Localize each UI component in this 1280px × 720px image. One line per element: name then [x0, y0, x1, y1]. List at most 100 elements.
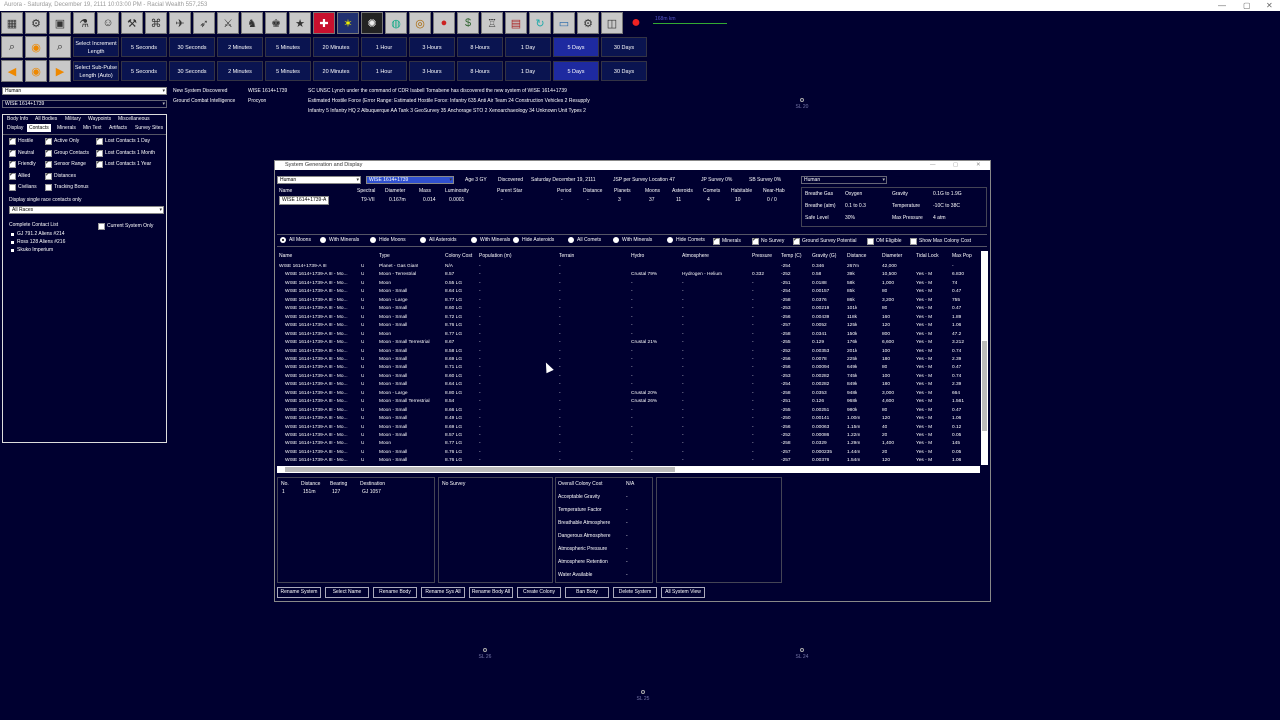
checkbox-lost-contacts-1-year[interactable]: Lost Contacts 1 Year [96, 159, 151, 168]
tab-min-text[interactable]: Min Text [81, 124, 104, 132]
table-row[interactable]: WISE 1614+1739-A III - Mo... U Moon - Smal… [279, 364, 981, 372]
planet-icon[interactable]: ◍ [385, 12, 407, 34]
subpulse-button[interactable]: 1 Day [505, 61, 551, 81]
ring-icon[interactable]: ◎ [409, 12, 431, 34]
tab-display[interactable]: Display [5, 124, 25, 132]
jump-point-cell[interactable]: GJ 1057 [362, 489, 381, 496]
checkbox-neutral[interactable]: Neutral [9, 148, 34, 157]
race-select[interactable]: Human [2, 87, 167, 95]
checkbox-active-only[interactable]: Active Only [45, 136, 79, 145]
rename-body-button[interactable]: Rename Body [373, 587, 417, 598]
column-header[interactable]: Name [279, 253, 292, 259]
table-row[interactable]: WISE 1614+1739-A III - Mo... U Moon - Larg… [279, 390, 981, 398]
star-icon[interactable]: ★ [289, 12, 311, 34]
checkbox-tracking-bonus[interactable]: Tracking Bonus [45, 183, 89, 191]
column-header[interactable]: Pressure [752, 253, 772, 259]
increment-button[interactable]: 1 Day [505, 37, 551, 57]
save-icon[interactable]: ▭ [553, 12, 575, 34]
jump-point-cell[interactable]: 127 [332, 489, 340, 496]
table-row[interactable]: WISE 1614+1739-A III - Mo... U Moon 8.77 LG… [279, 440, 981, 448]
table-row[interactable]: WISE 1614+1739-A III - Mo... U Moon - Larg… [279, 297, 981, 305]
table-row[interactable]: WISE 1614+1739-A III - Mo... U Moon - Smal… [279, 432, 981, 440]
tab-military[interactable]: Military [63, 115, 83, 123]
filter-radio[interactable]: All Comets [568, 237, 601, 244]
contact-list-item[interactable]: GJ 791.2 Aliens #214 [11, 231, 65, 238]
galaxy-icon[interactable]: ✶ [337, 12, 359, 34]
robot-icon[interactable]: ♖ [481, 12, 503, 34]
map-icon[interactable]: ⌘ [145, 12, 167, 34]
checkbox-lost-contacts-1-month[interactable]: Lost Contacts 1 Month [96, 148, 155, 157]
back-icon[interactable]: ◀ [1, 60, 23, 82]
increment-button[interactable]: 8 Hours [457, 37, 503, 57]
red-orb-icon[interactable]: ● [625, 12, 647, 34]
subpulse-button[interactable]: 30 Seconds [169, 61, 215, 81]
checkbox-civilians[interactable]: Civilians [9, 183, 37, 191]
system-marker[interactable]: SL 20 [787, 98, 817, 110]
increment-button[interactable]: 20 Minutes [313, 37, 359, 57]
flag-checkbox[interactable]: Ground Survey Potential [793, 236, 856, 245]
subpulse-button[interactable]: 30 Days [601, 61, 647, 81]
filter-radio[interactable]: Hide Moons [370, 237, 406, 244]
sysgen-race-select[interactable]: Human [277, 176, 361, 184]
shipyard-icon[interactable]: ✈ [169, 12, 191, 34]
column-header[interactable]: Colony Cost [445, 253, 472, 259]
alien-icon[interactable]: ● [433, 12, 455, 34]
tab-body-info[interactable]: Body Info [5, 115, 30, 123]
table-row[interactable]: WISE 1614+1739-A III - Mo... U Moon - Smal… [279, 449, 981, 457]
forward-icon[interactable]: ▶ [49, 60, 71, 82]
filter-radio[interactable]: With Minerals [320, 237, 359, 244]
sysgen-race2-select[interactable]: Human [801, 176, 887, 184]
rename-system-button[interactable]: Rename System [277, 587, 321, 598]
column-header[interactable]: Temp (C) [781, 253, 802, 259]
increment-button[interactable]: 3 Hours [409, 37, 455, 57]
ship-design-icon[interactable]: ⚒ [121, 12, 143, 34]
flask-icon[interactable]: ⚗ [73, 12, 95, 34]
filter-radio[interactable]: All Asteroids [420, 237, 457, 244]
rename-body-all-button[interactable]: Rename Body All [469, 587, 513, 598]
tab-artifacts[interactable]: Artifacts [107, 124, 129, 132]
body-table-hscroll[interactable] [277, 466, 980, 473]
step-icon[interactable]: ◉ [25, 60, 47, 82]
table-row[interactable]: WISE 1614+1739-A III - Mo... U Moon 8.77 LG… [279, 331, 981, 339]
checkbox-distances[interactable]: Distances [45, 171, 76, 180]
table-row[interactable]: WISE 1614+1739-A III - Mo... U Moon - Smal… [279, 314, 981, 322]
subpulse-button[interactable]: 5 Seconds [121, 61, 167, 81]
system-select[interactable]: WISE 1614+1739 [2, 100, 167, 108]
subpulse-button[interactable]: 8 Hours [457, 61, 503, 81]
contact-list-item[interactable]: Skuko Imperium [11, 247, 53, 254]
subpulse-button[interactable]: 1 Hour [361, 61, 407, 81]
table-row[interactable]: WISE 1614+1739-A III - Mo... U Moon - Smal… [279, 407, 981, 415]
ban-body-button[interactable]: Ban Body [565, 587, 609, 598]
jump-point-cell[interactable]: 151m [303, 489, 316, 496]
column-header[interactable]: Max Pop [952, 253, 972, 259]
box-icon[interactable]: ◫ [601, 12, 623, 34]
table-row[interactable]: WISE 1614+1739-A III - Mo... U Moon - Smal… [279, 398, 981, 406]
nebula-icon[interactable]: ✺ [361, 12, 383, 34]
checkbox-friendly[interactable]: Friendly [9, 159, 36, 168]
table-row[interactable]: WISE 1614+1739-A III - Mo... U Moon - Smal… [279, 322, 981, 330]
tab-minerals[interactable]: Minerals [55, 124, 78, 132]
table-row[interactable]: WISE 1614+1739-A III - Mo... U Moon 0.55 LG… [279, 280, 981, 288]
pause-icon[interactable]: ◉ [25, 36, 47, 58]
grid-icon[interactable]: ▦ [1, 12, 23, 34]
refresh-icon[interactable]: ↻ [529, 12, 551, 34]
column-header[interactable]: Hydro [631, 253, 644, 259]
all-system-view-button[interactable]: All System View [661, 587, 705, 598]
gear-icon[interactable]: ⚙ [577, 12, 599, 34]
subpulse-button[interactable]: 5 Days [553, 61, 599, 81]
flag-checkbox[interactable]: OM Eligible [867, 237, 902, 245]
column-header[interactable]: Diameter [882, 253, 902, 259]
filter-radio[interactable]: With Minerals [471, 237, 510, 244]
table-row[interactable]: WISE 1614+1739-A III - Mo... U Moon - Smal… [279, 305, 981, 313]
sysgen-maximize-button[interactable]: ▢ [953, 161, 958, 170]
filter-radio[interactable]: Hide Asteroids [513, 237, 554, 244]
column-header[interactable]: Gravity (G) [812, 253, 836, 259]
table-row[interactable]: WISE 1614+1739-A III - Mo... U Moon - Smal… [279, 457, 981, 465]
column-header[interactable]: Type [379, 253, 390, 259]
flag-checkbox[interactable]: No Survey [752, 236, 784, 245]
column-header[interactable]: Atmosphere [682, 253, 709, 259]
factory-icon[interactable]: ⚙ [25, 12, 47, 34]
checkbox-sensor-range[interactable]: Sensor Range [45, 159, 86, 168]
tab-waypoints[interactable]: Waypoints [86, 115, 113, 123]
filter-radio[interactable]: All Moons [280, 237, 311, 244]
